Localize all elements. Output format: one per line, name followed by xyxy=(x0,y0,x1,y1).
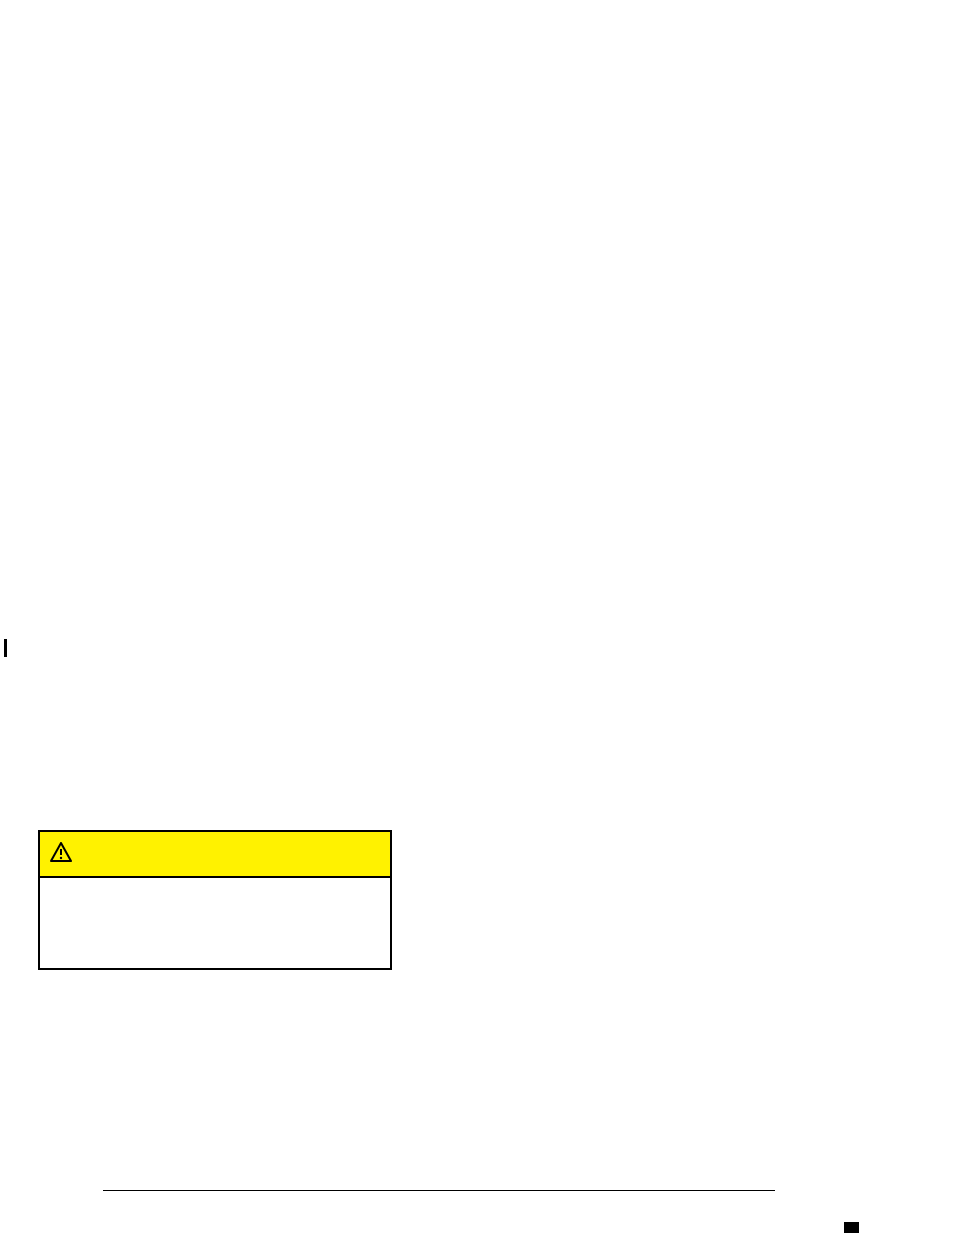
page: CAUTION xyxy=(0,0,954,1235)
warning-triangle-icon xyxy=(50,842,72,867)
caution-box: CAUTION xyxy=(38,830,392,970)
caution-header: CAUTION xyxy=(40,832,390,878)
footer-rule xyxy=(103,1190,775,1191)
page-number-indicator xyxy=(844,1222,859,1233)
caution-body xyxy=(40,878,390,968)
change-bar xyxy=(4,639,7,657)
